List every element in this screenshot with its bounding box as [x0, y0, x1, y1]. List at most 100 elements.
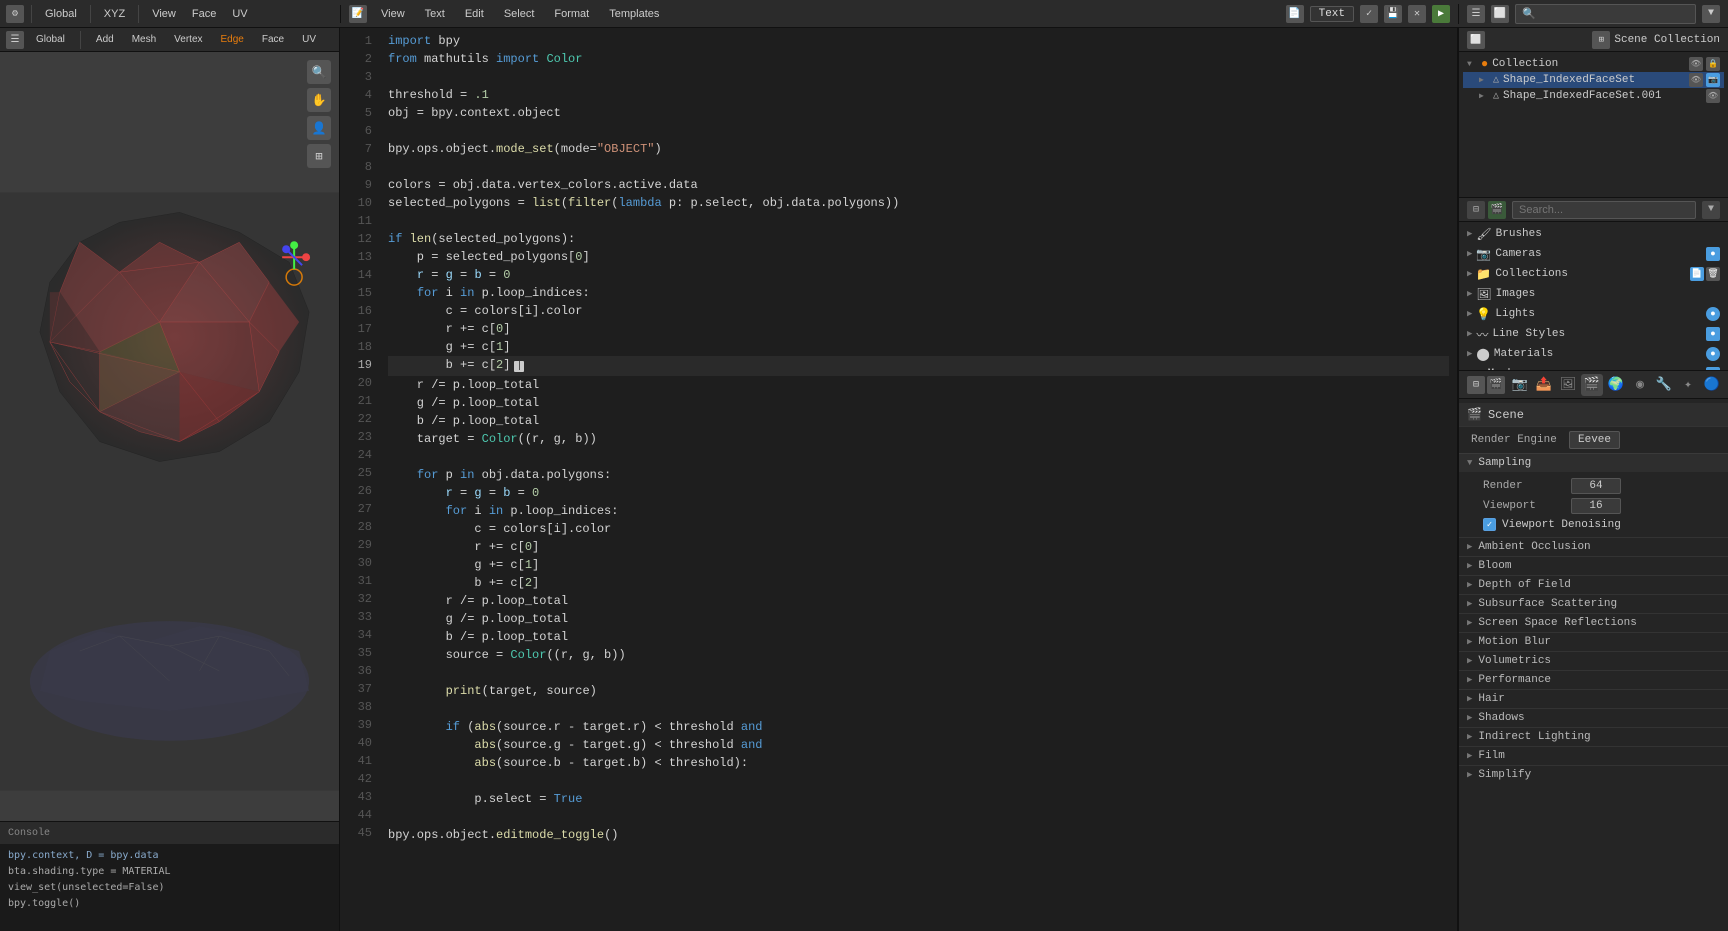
- viewport-sampling-value[interactable]: 16: [1571, 498, 1621, 514]
- outliner-materials[interactable]: ▶ ⬤ Materials ●: [1459, 344, 1728, 364]
- outliner-filter-icon[interactable]: ▼: [1702, 201, 1720, 219]
- hair-label: Hair: [1478, 693, 1504, 705]
- hair-section[interactable]: ▶ Hair: [1459, 689, 1728, 708]
- face-mode-btn[interactable]: Face: [256, 33, 290, 46]
- dof-arrow: ▶: [1467, 580, 1472, 590]
- collections-action-1[interactable]: 📄: [1690, 267, 1704, 281]
- ln-43: 43: [340, 788, 380, 806]
- restrict-icon[interactable]: 🔒: [1706, 57, 1720, 71]
- code-line-31: b += c[2]: [388, 574, 1449, 592]
- save-icon[interactable]: 💾: [1384, 5, 1402, 23]
- shape-1-actions: 👁 📷: [1689, 73, 1720, 87]
- ln-44: 44: [340, 806, 380, 824]
- outliner-collections[interactable]: ▶ 📁 Collections 📄 🗑: [1459, 264, 1728, 284]
- person-icon[interactable]: 👤: [307, 116, 331, 140]
- scene-title-row: 🎬 Scene: [1459, 403, 1728, 427]
- viewport-content[interactable]: 🔍 ✋ 👤 ⊞: [0, 52, 339, 931]
- particles-icon[interactable]: ✦: [1677, 374, 1699, 396]
- film-section[interactable]: ▶ Film: [1459, 746, 1728, 765]
- motion-blur-section[interactable]: ▶ Motion Blur: [1459, 632, 1728, 651]
- mesh-btn[interactable]: Mesh: [126, 33, 162, 46]
- shape-2-item[interactable]: ▶ △ Shape_IndexedFaceSet.001 👁: [1463, 88, 1724, 104]
- view-layer-prop-icon[interactable]: 🖼: [1557, 374, 1579, 396]
- scene-prop-icon[interactable]: 🎬: [1581, 374, 1603, 396]
- edge-btn[interactable]: View: [146, 7, 182, 21]
- simplify-section[interactable]: ▶ Simplify: [1459, 765, 1728, 784]
- perf-arrow: ▶: [1467, 675, 1472, 685]
- check-icon[interactable]: ✓: [1360, 5, 1378, 23]
- outliner-meshes[interactable]: ▶ △ Meshes △: [1459, 364, 1728, 370]
- collections-action-2[interactable]: 🗑: [1706, 267, 1720, 281]
- magnify-icon[interactable]: 🔍: [307, 60, 331, 84]
- shadows-section[interactable]: ▶ Shadows: [1459, 708, 1728, 727]
- uv-mode-btn[interactable]: UV: [296, 33, 322, 46]
- material-icon: ⬤: [1476, 347, 1489, 362]
- right-search[interactable]: [1515, 4, 1696, 24]
- global-btn[interactable]: Global: [30, 33, 71, 46]
- bloom-arrow: ▶: [1467, 561, 1472, 571]
- code-editor-content[interactable]: import bpy from mathutils import Color t…: [380, 28, 1457, 931]
- global-mode-btn[interactable]: Global: [39, 7, 83, 21]
- templates-tab[interactable]: Templates: [603, 7, 665, 21]
- run-icon[interactable]: ▶: [1432, 5, 1450, 23]
- text-tab[interactable]: Text: [419, 7, 451, 21]
- linestyles-label: Line Styles: [1492, 328, 1565, 340]
- hand-icon[interactable]: ✋: [307, 88, 331, 112]
- subsurface-scattering-section[interactable]: ▶ Subsurface Scattering: [1459, 594, 1728, 613]
- outliner-brushes[interactable]: ▶ 🖌 Brushes: [1459, 224, 1728, 244]
- format-tab[interactable]: Format: [548, 7, 595, 21]
- select-tab[interactable]: Select: [498, 7, 541, 21]
- depth-of-field-section[interactable]: ▶ Depth of Field: [1459, 575, 1728, 594]
- outliner-search[interactable]: [1512, 201, 1696, 219]
- output-icon[interactable]: 📤: [1533, 374, 1555, 396]
- volumetrics-section[interactable]: ▶ Volumetrics: [1459, 651, 1728, 670]
- ssr-section[interactable]: ▶ Screen Space Reflections: [1459, 613, 1728, 632]
- outliner-linestyles[interactable]: ▶ 〰 Line Styles ●: [1459, 324, 1728, 344]
- add-btn[interactable]: Add: [90, 33, 120, 46]
- edit-tab[interactable]: Edit: [459, 7, 490, 21]
- grid-icon[interactable]: ⊞: [307, 144, 331, 168]
- shape-1-render[interactable]: 📷: [1706, 73, 1720, 87]
- filter-icon[interactable]: ▼: [1702, 5, 1720, 23]
- view-tab[interactable]: View: [375, 7, 411, 21]
- indirect-lighting-section[interactable]: ▶ Indirect Lighting: [1459, 727, 1728, 746]
- eye-icon[interactable]: 👁: [1689, 57, 1703, 71]
- shape-1-eye[interactable]: 👁: [1689, 73, 1703, 87]
- outliner-icon-row: ⊟ 🎬: [1467, 201, 1506, 219]
- sampling-section-header[interactable]: ▼ Sampling: [1459, 453, 1728, 472]
- outliner-images[interactable]: ▶ 🖼 Images: [1459, 284, 1728, 304]
- viewport-menu-icon[interactable]: ☰: [6, 31, 24, 49]
- edge-mode-btn[interactable]: Edge: [215, 33, 250, 46]
- props-icon[interactable]: ⊟: [1467, 201, 1485, 219]
- vertex-btn[interactable]: Vertex: [168, 33, 208, 46]
- object-prop-icon[interactable]: ◉: [1629, 374, 1651, 396]
- code-editor-area[interactable]: 1 2 3 4 5 6 7 8 9 10 11 12 13 14 15 16 1…: [340, 28, 1457, 931]
- shape-1-item[interactable]: ▶ △ Shape_IndexedFaceSet 👁 📷: [1463, 72, 1724, 88]
- render-engine-value[interactable]: Eevee: [1569, 431, 1620, 449]
- view3d-icon: ⬜: [1491, 5, 1509, 23]
- ambient-occlusion-section[interactable]: ▶ Ambient Occlusion: [1459, 537, 1728, 556]
- viewport-denoising-checkbox[interactable]: ✓: [1483, 518, 1496, 531]
- performance-section[interactable]: ▶ Performance: [1459, 670, 1728, 689]
- render-sampling-value[interactable]: 64: [1571, 478, 1621, 494]
- code-line-30: g += c[1]: [388, 556, 1449, 574]
- bloom-section[interactable]: ▶ Bloom: [1459, 556, 1728, 575]
- modifier-icon[interactable]: 🔧: [1653, 374, 1675, 396]
- face-btn[interactable]: Face: [186, 7, 222, 21]
- code-line-22: b /= p.loop_total: [388, 412, 1449, 430]
- outliner-lights[interactable]: ▶ 💡 Lights ●: [1459, 304, 1728, 324]
- world-icon[interactable]: 🌍: [1605, 374, 1627, 396]
- scene-render-icon[interactable]: 📷: [1509, 374, 1531, 396]
- ln-11: 11: [340, 212, 380, 230]
- shape-2-arrow: ▶: [1479, 91, 1489, 101]
- xyz-btn[interactable]: XYZ: [98, 7, 131, 21]
- code-line-3: [388, 68, 1449, 86]
- physics-icon[interactable]: 🔵: [1701, 374, 1723, 396]
- collection-item[interactable]: ▼ ● Collection 👁 🔒: [1463, 56, 1724, 72]
- code-line-5: obj = bpy.context.object: [388, 104, 1449, 122]
- outliner-cameras[interactable]: ▶ 📷 Cameras ●: [1459, 244, 1728, 264]
- render-props-icon[interactable]: 🎬: [1488, 201, 1506, 219]
- close-icon[interactable]: ✕: [1408, 5, 1426, 23]
- uv-btn[interactable]: UV: [226, 7, 253, 21]
- shape-2-eye[interactable]: 👁: [1706, 89, 1720, 103]
